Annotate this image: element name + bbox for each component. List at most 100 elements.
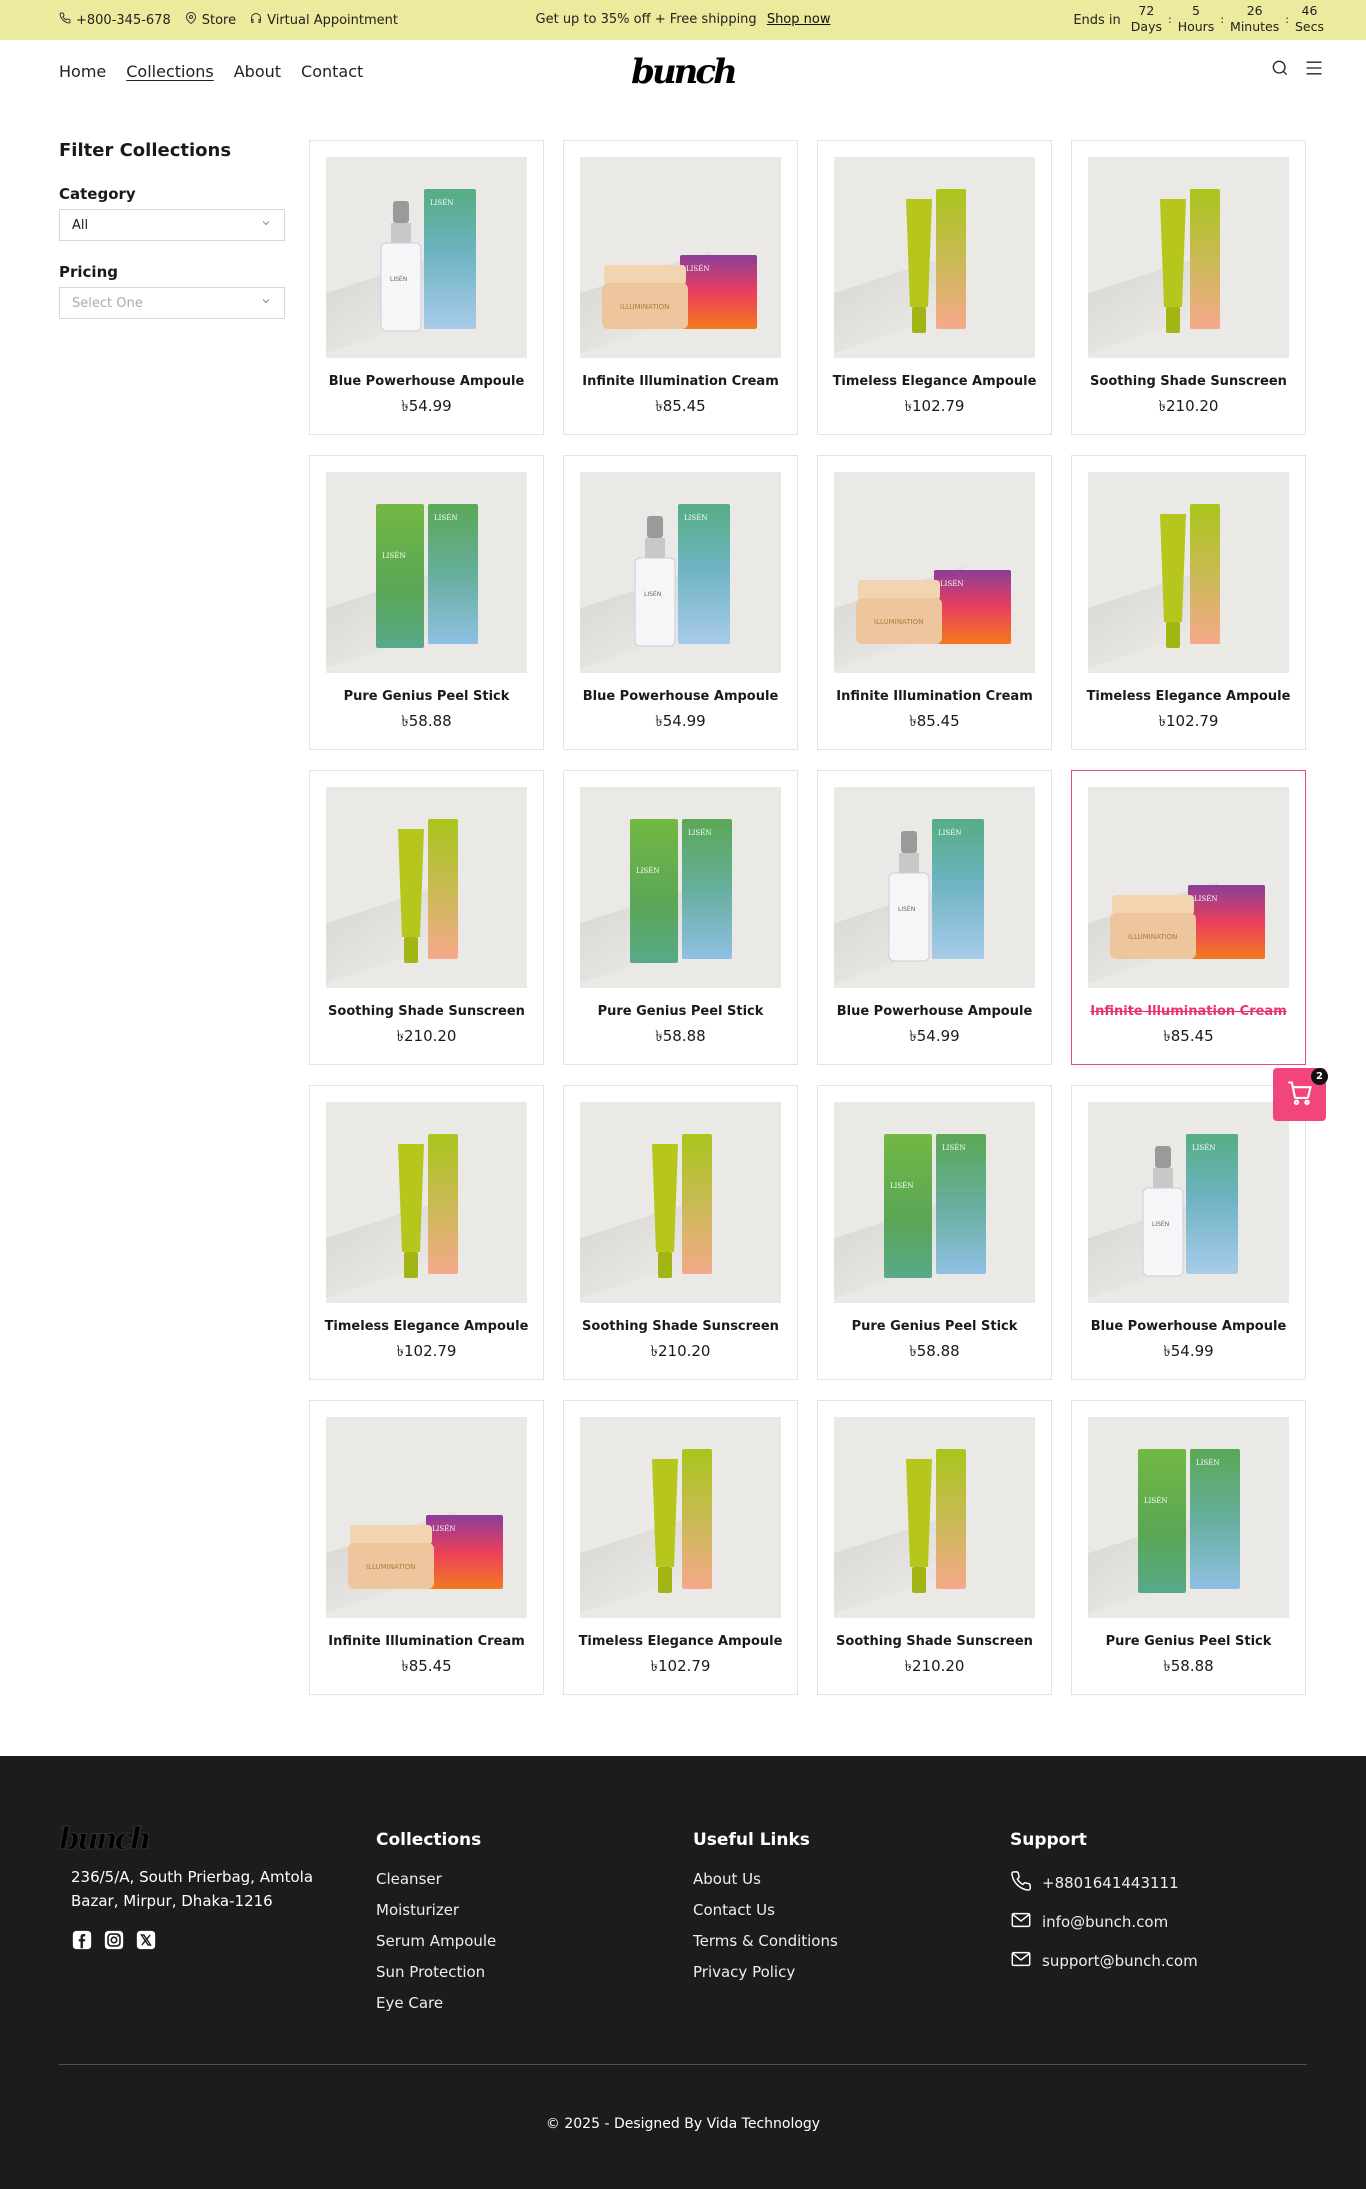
product-name[interactable]: Timeless Elegance Ampoule <box>564 1634 797 1649</box>
x-twitter-icon[interactable] <box>135 1929 157 1955</box>
nav-home[interactable]: Home <box>59 62 106 81</box>
product-image[interactable]: LISÉN LISÉN <box>580 787 781 988</box>
product-name[interactable]: Blue Powerhouse Ampoule <box>1072 1319 1305 1334</box>
product-card[interactable]: LISÉN ILLUMINATION Infinite Illumination C… <box>817 455 1052 750</box>
product-image[interactable]: LISÉN LISÉN <box>326 157 527 358</box>
main-navigation: Home Collections About Contact bunch <box>0 40 1366 104</box>
product-name[interactable]: Pure Genius Peel Stick <box>818 1319 1051 1334</box>
product-name[interactable]: Blue Powerhouse Ampoule <box>310 374 543 389</box>
product-image[interactable]: LISÉN LISÉN <box>580 472 781 673</box>
product-name[interactable]: Infinite Illumination Cream <box>310 1634 543 1649</box>
product-name[interactable]: Pure Genius Peel Stick <box>564 1004 797 1019</box>
footer-link-serum-ampoule[interactable]: Serum Ampoule <box>376 1932 496 1950</box>
svg-text:ILLUMINATION: ILLUMINATION <box>366 1563 415 1571</box>
product-image[interactable]: LISÉN ILLUMINATION <box>834 472 1035 673</box>
product-image[interactable] <box>834 1417 1035 1618</box>
product-name[interactable]: Infinite Illumination Cream <box>818 689 1051 704</box>
countdown-days: 72 Days <box>1130 3 1162 34</box>
footer-logo[interactable]: bunch <box>59 1822 331 1858</box>
product-card[interactable]: LISÉN LISÉN Pure Genius Peel Stick ৳58.88 <box>309 455 544 750</box>
phone-link[interactable]: +800-345-678 <box>59 12 171 28</box>
footer-email-support[interactable]: support@bunch.com <box>1010 1948 1198 1974</box>
footer-link-sun-protection[interactable]: Sun Protection <box>376 1963 496 1981</box>
product-card[interactable]: Timeless Elegance Ampoule ৳102.79 <box>309 1085 544 1380</box>
product-card[interactable]: Timeless Elegance Ampoule ৳102.79 <box>1071 455 1306 750</box>
footer-link-moisturizer[interactable]: Moisturizer <box>376 1901 496 1919</box>
product-price: ৳85.45 <box>655 397 706 415</box>
product-card[interactable]: LISÉN LISÉN Blue Powerhouse Ampoule ৳54.99 <box>1071 1085 1306 1380</box>
product-card[interactable]: LISÉN LISÉN Pure Genius Peel Stick ৳58.88 <box>817 1085 1052 1380</box>
product-name[interactable]: Soothing Shade Sunscreen <box>310 1004 543 1019</box>
floating-cart-button[interactable]: 2 <box>1273 1068 1328 1121</box>
product-name[interactable]: Infinite Illumination Cream <box>564 374 797 389</box>
product-card[interactable]: LISÉN ILLUMINATION Infinite Illumination C… <box>309 1400 544 1695</box>
product-name[interactable]: Soothing Shade Sunscreen <box>818 1634 1051 1649</box>
product-card[interactable]: LISÉN ILLUMINATION Infinite Illumination C… <box>1071 770 1306 1065</box>
product-name[interactable]: Blue Powerhouse Ampoule <box>564 689 797 704</box>
product-card[interactable]: Soothing Shade Sunscreen ৳210.20 <box>1071 140 1306 435</box>
product-name[interactable]: Timeless Elegance Ampoule <box>310 1319 543 1334</box>
product-name[interactable]: Soothing Shade Sunscreen <box>564 1319 797 1334</box>
footer-phone[interactable]: +8801641443111 <box>1010 1870 1198 1896</box>
menu-icon[interactable] <box>1304 58 1324 82</box>
footer-link-contact-us[interactable]: Contact Us <box>693 1901 838 1919</box>
search-icon[interactable] <box>1270 58 1290 82</box>
product-name[interactable]: Timeless Elegance Ampoule <box>818 374 1051 389</box>
product-name[interactable]: Blue Powerhouse Ampoule <box>818 1004 1051 1019</box>
product-image[interactable] <box>326 1102 527 1303</box>
product-card[interactable]: LISÉN ILLUMINATION Infinite Illumination C… <box>563 140 798 435</box>
product-image[interactable] <box>1088 472 1289 673</box>
nav-about[interactable]: About <box>234 62 281 81</box>
svg-text:LISÉN: LISÉN <box>1152 1220 1169 1228</box>
product-image[interactable]: LISÉN LISÉN <box>834 1102 1035 1303</box>
product-card[interactable]: LISÉN LISÉN Blue Powerhouse Ampoule ৳54.99 <box>563 455 798 750</box>
shop-now-link[interactable]: Shop now <box>767 12 831 27</box>
product-name[interactable]: Pure Genius Peel Stick <box>310 689 543 704</box>
product-name[interactable]: Soothing Shade Sunscreen <box>1072 374 1305 389</box>
headset-icon <box>250 12 262 28</box>
promo-text: Get up to 35% off + Free shipping <box>535 12 757 27</box>
product-name[interactable]: Pure Genius Peel Stick <box>1072 1634 1305 1649</box>
product-image[interactable] <box>834 157 1035 358</box>
product-name[interactable]: Infinite Illumination Cream <box>1072 1004 1305 1019</box>
nav-contact[interactable]: Contact <box>301 62 363 81</box>
product-image[interactable]: LISÉN ILLUMINATION <box>580 157 781 358</box>
footer-support-title: Support <box>1010 1830 1087 1850</box>
product-image[interactable]: LISÉN ILLUMINATION <box>1088 787 1289 988</box>
product-card[interactable]: Soothing Shade Sunscreen ৳210.20 <box>309 770 544 1065</box>
product-card[interactable]: Timeless Elegance Ampoule ৳102.79 <box>817 140 1052 435</box>
product-card[interactable]: Soothing Shade Sunscreen ৳210.20 <box>563 1085 798 1380</box>
footer-link-terms[interactable]: Terms & Conditions <box>693 1932 838 1950</box>
product-image[interactable]: LISÉN LISÉN <box>1088 1102 1289 1303</box>
product-image[interactable]: LISÉN LISÉN <box>1088 1417 1289 1618</box>
product-image[interactable] <box>580 1102 781 1303</box>
site-logo[interactable]: bunch <box>620 52 746 92</box>
footer-link-about-us[interactable]: About Us <box>693 1870 838 1888</box>
product-price: ৳210.20 <box>396 1027 457 1045</box>
product-card[interactable]: LISÉN LISÉN Blue Powerhouse Ampoule ৳54.99 <box>817 770 1052 1065</box>
countdown-timer: Ends in 72 Days : 5 Hours : 26 Minutes : 46… <box>1073 3 1324 35</box>
product-image[interactable] <box>1088 157 1289 358</box>
product-image[interactable]: LISÉN LISÉN <box>834 787 1035 988</box>
product-card[interactable]: LISÉN LISÉN Blue Powerhouse Ampoule ৳54.99 <box>309 140 544 435</box>
nav-collections[interactable]: Collections <box>126 62 213 81</box>
product-image[interactable]: LISÉN LISÉN <box>326 472 527 673</box>
footer-link-privacy[interactable]: Privacy Policy <box>693 1963 838 1981</box>
category-select[interactable]: All <box>59 209 285 241</box>
footer-email-info[interactable]: info@bunch.com <box>1010 1909 1198 1935</box>
product-image[interactable] <box>580 1417 781 1618</box>
product-name[interactable]: Timeless Elegance Ampoule <box>1072 689 1305 704</box>
instagram-icon[interactable] <box>103 1929 125 1955</box>
store-link[interactable]: Store <box>185 12 236 28</box>
appointment-link[interactable]: Virtual Appointment <box>250 12 398 28</box>
product-card[interactable]: Soothing Shade Sunscreen ৳210.20 <box>817 1400 1052 1695</box>
product-card[interactable]: Timeless Elegance Ampoule ৳102.79 <box>563 1400 798 1695</box>
facebook-icon[interactable] <box>71 1929 93 1955</box>
product-card[interactable]: LISÉN LISÉN Pure Genius Peel Stick ৳58.88 <box>1071 1400 1306 1695</box>
footer-link-eye-care[interactable]: Eye Care <box>376 1994 496 2012</box>
product-card[interactable]: LISÉN LISÉN Pure Genius Peel Stick ৳58.88 <box>563 770 798 1065</box>
product-image[interactable]: LISÉN ILLUMINATION <box>326 1417 527 1618</box>
pricing-select[interactable]: Select One <box>59 287 285 319</box>
footer-link-cleanser[interactable]: Cleanser <box>376 1870 496 1888</box>
product-image[interactable] <box>326 787 527 988</box>
